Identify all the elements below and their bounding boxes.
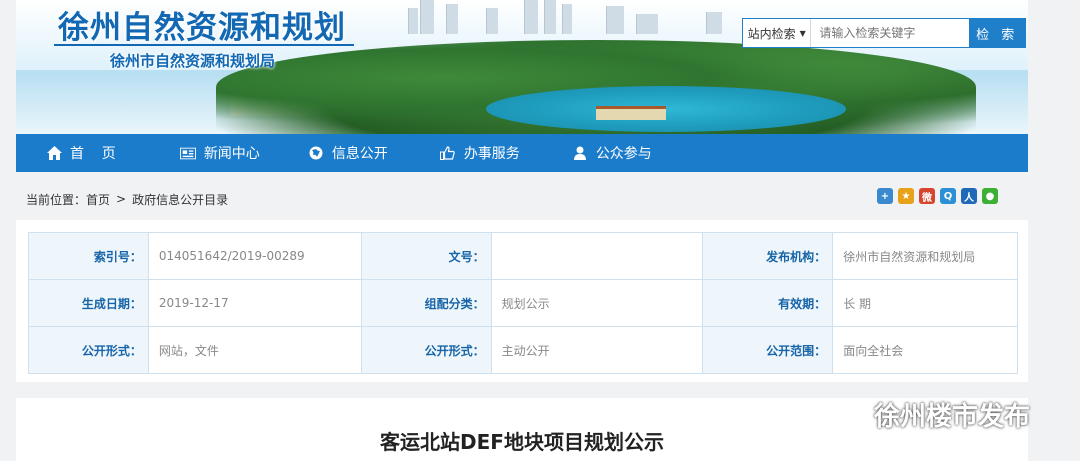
thumbs-up-icon xyxy=(440,145,456,161)
watermark: 徐州楼市发布 xyxy=(838,396,1030,433)
banner-building xyxy=(544,0,556,34)
table-row: 生成日期： 2019-12-17 组配分类： 规划公示 有效期： 长 期 xyxy=(28,279,1018,327)
search-scope-label: 站内检索 xyxy=(747,26,796,41)
nav-item-info-public[interactable]: 信息公开 xyxy=(308,134,388,172)
wechat-logo-icon xyxy=(838,400,868,430)
public-scope-value: 面向全社会 xyxy=(832,326,1018,374)
breadcrumb-separator: > xyxy=(116,192,127,206)
category-label: 组配分类： xyxy=(360,279,492,327)
validity-label: 有效期： xyxy=(702,279,834,327)
doc-no-value xyxy=(490,232,704,280)
plus-icon[interactable]: + xyxy=(877,188,893,204)
doc-no-label: 文号： xyxy=(360,232,492,280)
banner-building xyxy=(486,8,498,34)
banner-building xyxy=(606,6,624,34)
index-no-value: 014051642/2019-00289 xyxy=(147,232,362,280)
nav-item-public-participation[interactable]: 公众参与 xyxy=(572,134,652,172)
index-no-label: 索引号： xyxy=(28,232,149,280)
wechat-icon[interactable]: ● xyxy=(982,188,998,204)
home-icon xyxy=(46,145,62,161)
publisher-value: 徐州市自然资源和规划局 xyxy=(832,232,1018,280)
breadcrumb-prefix: 当前位置： xyxy=(26,192,87,207)
nav-label: 公众参与 xyxy=(595,146,652,162)
nav-item-home[interactable]: 首 页 xyxy=(46,134,116,172)
created-date-value: 2019-12-17 xyxy=(147,279,362,327)
site-subtitle: 徐州市自然资源和规划局 xyxy=(110,52,276,70)
public-form-value-2: 主动公开 xyxy=(490,326,704,374)
banner-building xyxy=(408,8,418,34)
validity-value: 长 期 xyxy=(832,279,1018,327)
public-form-label-2: 公开形式： xyxy=(360,326,492,374)
nav-label: 新闻中心 xyxy=(203,146,260,162)
banner-building xyxy=(706,12,722,34)
banner-building xyxy=(524,0,538,34)
nav-label: 首 页 xyxy=(70,146,116,162)
public-scope-label: 公开范围： xyxy=(702,326,834,374)
banner-building xyxy=(562,4,572,34)
qzone-icon[interactable]: Q xyxy=(940,188,956,204)
created-date-label: 生成日期： xyxy=(28,279,149,327)
search-input[interactable] xyxy=(811,19,970,47)
info-panel: 索引号： 014051642/2019-00289 文号： 发布机构： 徐州市自… xyxy=(16,220,1028,382)
publisher-label: 发布机构： xyxy=(702,232,834,280)
chevron-down-icon: ▼ xyxy=(799,28,806,38)
info-table: 索引号： 014051642/2019-00289 文号： 发布机构： 徐州市自… xyxy=(28,232,1018,374)
nav-label: 办事服务 xyxy=(463,146,520,162)
site-title[interactable]: 徐州自然资源和规划 xyxy=(58,2,346,47)
breadcrumb-home-link[interactable]: 首页 xyxy=(86,191,110,208)
public-form-label: 公开形式： xyxy=(28,326,149,374)
table-row: 索引号： 014051642/2019-00289 文号： 发布机构： 徐州市自… xyxy=(28,232,1018,280)
banner-building xyxy=(446,4,458,34)
breadcrumb-current-link[interactable]: 政府信息公开目录 xyxy=(132,191,228,208)
news-icon xyxy=(179,145,196,161)
nav-item-news[interactable]: 新闻中心 xyxy=(179,134,260,172)
share-bar: + ★ 微 Q 人 ● xyxy=(877,188,998,204)
nav-item-services[interactable]: 办事服务 xyxy=(440,134,520,172)
user-icon xyxy=(572,145,588,161)
category-value: 规划公示 xyxy=(490,279,704,327)
watermark-text: 徐州楼市发布 xyxy=(874,402,1031,432)
weibo-icon[interactable]: 微 xyxy=(919,188,935,204)
star-icon[interactable]: ★ xyxy=(898,188,914,204)
banner-lake xyxy=(486,86,846,132)
title-underline xyxy=(54,44,354,46)
banner-building xyxy=(420,0,434,34)
banner-building xyxy=(636,14,658,34)
search-scope-select[interactable]: 站内检索 ▼ xyxy=(743,19,812,47)
globe-icon xyxy=(308,145,324,161)
breadcrumb: 当前位置： 首页 > 政府信息公开目录 + ★ 微 Q 人 ● xyxy=(16,184,1028,214)
main-nav: 首 页 新闻中心 信息公开 办事服务 公众参与 xyxy=(16,134,1028,172)
table-row: 公开形式： 网站，文件 公开形式： 主动公开 公开范围： 面向全社会 xyxy=(28,326,1018,374)
public-form-value: 网站，文件 xyxy=(147,326,362,374)
renren-icon[interactable]: 人 xyxy=(961,188,977,204)
banner-pavilion xyxy=(596,106,666,120)
search-bar: 站内检索 ▼ 检 索 xyxy=(742,18,1026,48)
search-button[interactable]: 检 索 xyxy=(969,19,1025,47)
nav-label: 信息公开 xyxy=(331,146,388,162)
